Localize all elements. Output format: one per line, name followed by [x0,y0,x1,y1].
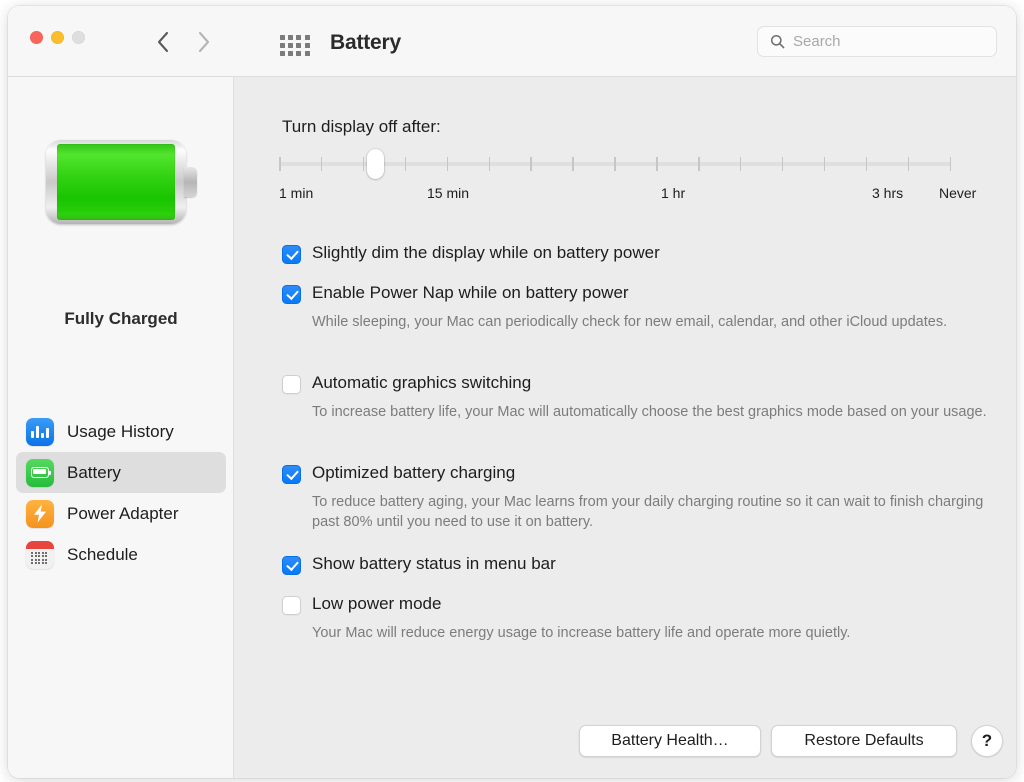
option-description: To increase battery life, your Mac will … [312,404,987,420]
close-button-icon[interactable] [30,31,43,44]
option-label: Optimized battery charging [312,463,516,482]
page-title: Battery [330,31,401,54]
forward-chevron-icon[interactable] [194,26,212,58]
checkbox-menu-bar-status[interactable] [282,556,301,575]
window-titlebar: Battery [8,6,1016,77]
option-description: To reduce battery aging, your Mac learns… [312,494,984,530]
slider-tick-label: 1 min [279,185,314,201]
option-row-low-power-mode[interactable]: Low power mode [282,594,441,615]
option-row-power-nap[interactable]: Enable Power Nap while on battery power [282,283,629,304]
slider-tick-label: Never [939,185,977,201]
option-label: Enable Power Nap while on battery power [312,283,629,302]
power-adapter-icon [26,499,54,528]
option-description: While sleeping, your Mac can periodicall… [312,314,948,330]
calendar-header-bar [26,540,54,549]
sidebar: Fully Charged Usage History Battery Powe… [8,77,234,778]
main-panel: Turn display off after: 1 min 15 min 1 hr 3… [235,77,1016,778]
slider-thumb[interactable] [366,149,384,179]
search-field[interactable] [757,26,997,57]
sidebar-item-usage-history[interactable]: Usage History [16,411,226,452]
option-label: Automatic graphics switching [312,373,532,392]
search-icon [770,34,785,49]
option-row-optimized-charging[interactable]: Optimized battery charging [282,463,515,484]
sidebar-item-label: Usage History [67,421,174,441]
checkbox-optimized-charging[interactable] [282,465,301,484]
option-row-graphics-switching[interactable]: Automatic graphics switching [282,373,531,394]
checkbox-low-power-mode[interactable] [282,596,301,615]
navigation-arrows [154,26,212,58]
sidebar-item-battery[interactable]: Battery [16,452,226,493]
traffic-light-buttons [30,31,85,44]
option-row-menu-bar-status[interactable]: Show battery status in menu bar [282,554,556,575]
sidebar-item-power-adapter[interactable]: Power Adapter [16,493,226,534]
slider-tick-label: 1 hr [661,185,686,201]
battery-charge-fill [57,144,175,220]
battery-illustration [46,140,198,224]
slider-tick-label: 3 hrs [872,185,904,201]
restore-defaults-button[interactable]: Restore Defaults [771,725,957,757]
sidebar-nav-list: Usage History Battery Power Adapter Sche… [8,411,234,575]
option-row-slightly-dim[interactable]: Slightly dim the display while on batter… [282,243,660,264]
usage-history-icon [26,417,54,446]
option-label: Show battery status in menu bar [312,554,556,573]
slider-tick-labels: 1 min 15 min 1 hr 3 hrs Never [279,185,979,205]
back-chevron-icon[interactable] [154,26,172,58]
battery-icon [26,458,54,487]
calendar-grid-dots [31,551,49,565]
schedule-icon [26,540,54,569]
search-input[interactable] [793,33,973,50]
zoom-button-icon [72,31,85,44]
help-button[interactable]: ? [971,725,1003,757]
display-sleep-label: Turn display off after: [282,117,441,136]
charge-status-label: Fully Charged [64,309,178,328]
option-label: Slightly dim the display while on batter… [312,243,660,262]
display-sleep-slider[interactable] [279,149,951,179]
battery-terminal-cap [184,167,197,197]
preferences-window: Battery Fully Charged Usage Hi [8,6,1016,778]
show-all-grid-icon[interactable] [280,35,312,59]
checkbox-power-nap[interactable] [282,285,301,304]
option-label: Low power mode [312,594,442,613]
slider-tick-label: 15 min [427,185,470,201]
sidebar-item-label: Power Adapter [67,503,179,523]
battery-health-button[interactable]: Battery Health… [579,725,761,757]
minimize-button-icon[interactable] [51,31,64,44]
sidebar-item-schedule[interactable]: Schedule [16,534,226,575]
sidebar-item-label: Battery [67,462,121,482]
option-description: Your Mac will reduce energy usage to inc… [312,625,851,641]
checkbox-graphics-switching[interactable] [282,375,301,394]
sidebar-item-label: Schedule [67,544,138,564]
checkbox-slightly-dim[interactable] [282,245,301,264]
